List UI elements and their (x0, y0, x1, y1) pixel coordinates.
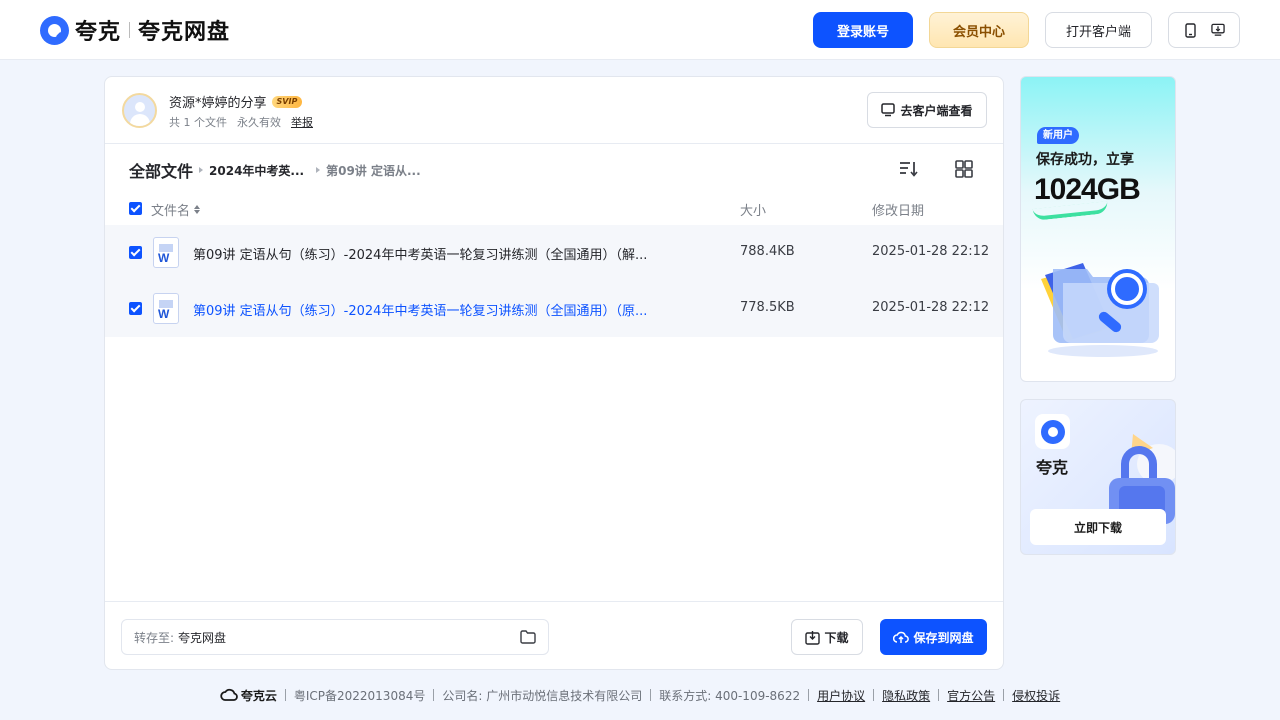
device-buttons (1168, 12, 1240, 48)
sort-icon[interactable] (898, 159, 918, 179)
share-title: 资源*婷婷的分享 SVIP (169, 92, 303, 111)
login-button[interactable]: 登录账号 (813, 12, 913, 48)
save-to-value: 夸克网盘 (178, 630, 227, 645)
promo-storage: 1024GB (1034, 173, 1141, 206)
cloud-upload-icon (893, 631, 910, 643)
file-size: 788.4KB (740, 244, 795, 259)
official-notice-link[interactable]: 官方公告 (947, 687, 995, 704)
brand-divider (129, 22, 131, 38)
new-user-tag: 新用户 (1037, 127, 1079, 144)
app-download-promo[interactable]: 夸克 立即下载 (1020, 399, 1176, 555)
word-doc-icon: W (153, 293, 179, 324)
row-checkbox[interactable] (129, 302, 142, 315)
download-button[interactable]: 下载 (791, 619, 863, 655)
file-name[interactable]: 第09讲 定语从句（练习）-2024年中考英语一轮复习讲练测（全国通用）（解..… (193, 244, 693, 263)
view-in-client-label: 去客户端查看 (900, 103, 973, 118)
download-icon (805, 630, 821, 645)
row-checkbox[interactable] (129, 246, 142, 259)
contact-info: 联系方式: 400-109-8622 (659, 688, 801, 703)
avatar (122, 93, 157, 128)
action-bar: 转存至: 夸克网盘 下载 保存到网盘 (105, 601, 1003, 669)
download-now-button[interactable]: 立即下载 (1030, 509, 1166, 545)
column-size: 大小 (740, 204, 767, 219)
quark-cloud-logo: 夸克云 (220, 687, 277, 704)
brand-name: 夸克 (75, 20, 122, 45)
sharer-name: 资源*婷婷的分享 (169, 96, 267, 111)
table-header: 文件名 大小 修改日期 (105, 195, 1003, 223)
quark-logo-icon (40, 15, 69, 45)
select-all-checkbox[interactable] (129, 202, 142, 215)
share-card: 资源*婷婷的分享 SVIP 共 1 个文件 永久有效 举报 去客户端查看 全部文… (104, 76, 1004, 670)
view-in-client-button[interactable]: 去客户端查看 (867, 92, 987, 128)
monitor-icon (881, 103, 896, 117)
site-footer: 夸克云 粤ICP备2022013084号 公司名: 广州市动悦信息技术有限公司 … (0, 684, 1280, 706)
file-date: 2025-01-28 22:12 (872, 300, 990, 315)
save-to-drive-button[interactable]: 保存到网盘 (880, 619, 987, 655)
share-meta: 共 1 个文件 永久有效 举报 (169, 114, 313, 130)
vip-center-button[interactable]: 会员中心 (929, 12, 1029, 48)
folder-icon[interactable] (520, 630, 536, 644)
quark-app-icon (1035, 414, 1070, 449)
breadcrumb: 全部文件 2024年中考英... 第09讲 定语从... (129, 158, 421, 182)
infringement-report-link[interactable]: 侵权投诉 (1012, 687, 1060, 704)
promo-line: 保存成功，立享 (1036, 152, 1134, 168)
mobile-icon[interactable] (1184, 22, 1198, 38)
validity: 永久有效 (237, 116, 281, 129)
svip-badge: SVIP (271, 95, 303, 108)
report-link[interactable]: 举报 (291, 114, 313, 130)
save-to-label: 转存至: (134, 630, 175, 645)
breadcrumb-arrow-icon (316, 167, 321, 173)
share-header: 资源*婷婷的分享 SVIP 共 1 个文件 永久有效 举报 去客户端查看 (105, 77, 1003, 144)
top-bar: 夸克 夸克网盘 登录账号 会员中心 打开客户端 (0, 0, 1280, 60)
breadcrumb-root[interactable]: 全部文件 (129, 158, 193, 182)
save-destination-field[interactable]: 转存至: 夸克网盘 (121, 619, 549, 655)
breadcrumb-folder[interactable]: 2024年中考英... (209, 162, 304, 179)
user-agreement-link[interactable]: 用户协议 (817, 687, 865, 704)
file-size: 778.5KB (740, 300, 795, 315)
brand[interactable]: 夸克 夸克网盘 (40, 14, 230, 46)
brand-product: 夸克网盘 (138, 20, 231, 45)
column-name[interactable]: 文件名 (151, 200, 201, 219)
new-user-promo[interactable]: 新用户 保存成功，立享 1024GB (1020, 76, 1176, 382)
desktop-download-icon[interactable] (1210, 22, 1225, 38)
table-row[interactable]: W 第09讲 定语从句（练习）-2024年中考英语一轮复习讲练测（全国通用）（解… (105, 225, 1003, 281)
file-count: 共 1 个文件 (169, 116, 227, 129)
company-name: 公司名: 广州市动悦信息技术有限公司 (442, 688, 643, 703)
breadcrumb-current: 第09讲 定语从... (326, 163, 421, 178)
icp-number[interactable]: 粤ICP备2022013084号 (294, 687, 426, 704)
sort-toggle-icon (194, 205, 201, 214)
word-doc-icon: W (153, 237, 179, 268)
open-client-button[interactable]: 打开客户端 (1045, 12, 1152, 48)
cloud-logo-icon (220, 688, 238, 701)
column-date: 修改日期 (872, 204, 925, 219)
privacy-policy-link[interactable]: 隐私政策 (882, 687, 930, 704)
app-name: 夸克 (1036, 458, 1069, 477)
grid-view-icon[interactable] (954, 159, 974, 179)
file-name[interactable]: 第09讲 定语从句（练习）-2024年中考英语一轮复习讲练测（全国通用）（原..… (193, 300, 693, 319)
file-date: 2025-01-28 22:12 (872, 244, 990, 259)
breadcrumb-arrow-icon (199, 167, 204, 173)
table-row[interactable]: W 第09讲 定语从句（练习）-2024年中考英语一轮复习讲练测（全国通用）（原… (105, 281, 1003, 337)
folder-illustration-icon (1041, 263, 1159, 357)
